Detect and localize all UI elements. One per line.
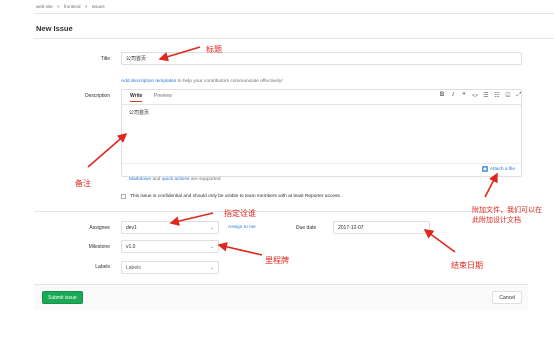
attach-arrow — [484, 172, 498, 198]
annotation-description: 备注 — [75, 179, 91, 188]
assignee-arrow — [169, 212, 214, 226]
annotation-milestone: 里程牌 — [265, 256, 289, 265]
annotation-assignee: 指定诠谁 — [224, 209, 256, 218]
annotation-due-date: 结束日期 — [451, 261, 483, 270]
milestone-arrow — [217, 242, 263, 256]
annotation-arrows — [87, 46, 498, 256]
annotation-title: 标题 — [206, 45, 222, 54]
due-date-arrow — [423, 229, 456, 253]
title-arrow — [158, 46, 201, 62]
annotation-attach: 附加文件，我们可以在此附加设计文档 — [472, 206, 542, 224]
description-arrow — [87, 132, 128, 168]
